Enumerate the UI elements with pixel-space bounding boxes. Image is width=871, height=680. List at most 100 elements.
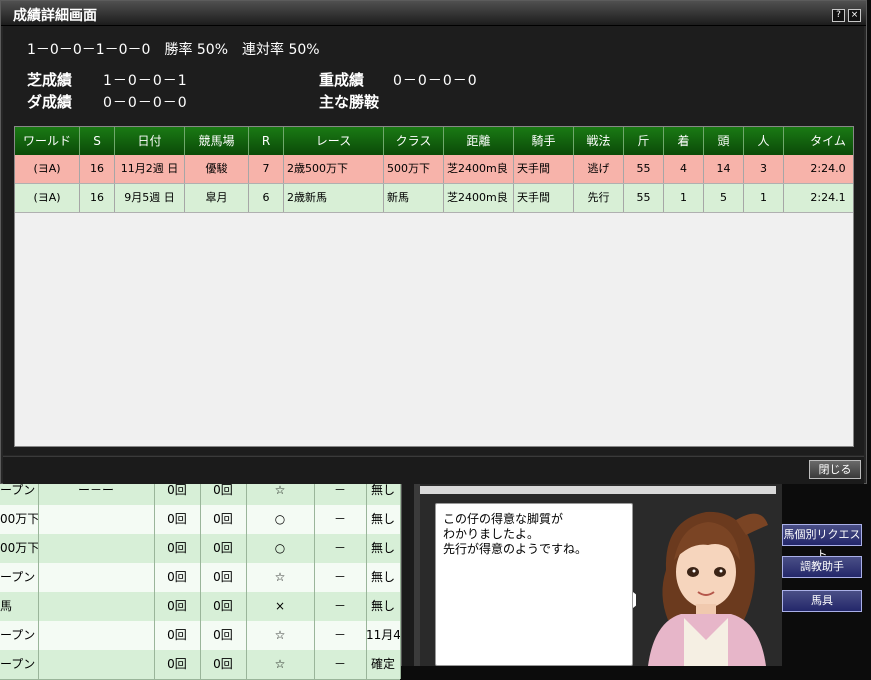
cell-col-date: 9月5週 日 — [115, 184, 185, 212]
dirt-record-value: 0－0－0－0 — [103, 95, 188, 111]
bg-col-dash: － — [314, 650, 367, 679]
bg-col-note — [38, 563, 155, 592]
close-button[interactable]: 閉じる — [809, 460, 861, 479]
assistant-panel-header — [420, 486, 776, 494]
bg-col-count-a: 0回 — [154, 534, 201, 563]
cell-col-finish: 1 — [664, 184, 704, 212]
header-col-course[interactable]: 競馬場 — [185, 127, 249, 155]
cell-col-tactic: 逃げ — [574, 155, 624, 183]
bg-col-class: 00万下 — [0, 534, 39, 563]
background-table-row: 00万下 0回 0回 ○ －無し — [0, 534, 401, 564]
bg-col-dash: － — [314, 563, 367, 592]
header-col-field[interactable]: 頭 — [704, 127, 744, 155]
cell-col-world: (ヨA) — [15, 184, 80, 212]
background-table-row: ープン 0回 0回 ☆ －確定 — [0, 650, 401, 680]
bg-col-status: 無し — [366, 534, 401, 563]
results-detail-dialog: 成績詳細画面 ? × 1－0－0－1－0－0 勝率 50% 連対率 50% 芝成… — [0, 0, 867, 484]
bg-col-status: 無し — [366, 592, 401, 621]
cell-col-time: 2:24.0 — [784, 155, 871, 183]
header-col-date[interactable]: 日付 — [115, 127, 185, 155]
dialog-title: 成績詳細画面 — [13, 8, 97, 24]
header-col-race-num[interactable]: R — [249, 127, 284, 155]
cell-col-time: 2:24.1 — [784, 184, 871, 212]
cell-col-weight: 55 — [624, 184, 664, 212]
bg-col-note — [38, 621, 155, 650]
cell-col-race: 2歳新馬 — [284, 184, 384, 212]
header-col-world[interactable]: ワールド — [15, 127, 80, 155]
background-table-row: 00万下 0回 0回 ○ －無し — [0, 505, 401, 535]
cell-col-field: 14 — [704, 155, 744, 183]
table-row[interactable]: (ヨA) 16 9月5週 日皐月 6 2歳新馬 新馬 芝2400m良 天手間 先行 55 1 5 1 2:… — [15, 184, 853, 213]
header-col-season[interactable]: S — [80, 127, 115, 155]
bg-col-class: 馬 — [0, 592, 39, 621]
header-col-weight[interactable]: 斤 — [624, 127, 664, 155]
bg-col-count-a: 0回 — [154, 621, 201, 650]
bg-col-count-b: 0回 — [200, 534, 247, 563]
bg-col-count-a: 0回 — [154, 505, 201, 534]
cell-col-finish: 4 — [664, 155, 704, 183]
bg-col-count-b: 0回 — [200, 592, 247, 621]
cell-col-popularity: 1 — [744, 184, 784, 212]
cell-col-race-num: 7 — [249, 155, 284, 183]
cell-col-race: 2歳500万下 — [284, 155, 384, 183]
speech-line: この仔の得意な脚質が — [443, 512, 564, 526]
horse-request-button[interactable]: 馬個別リクエスト — [782, 524, 862, 561]
bg-col-dash: － — [314, 621, 367, 650]
bg-col-class: ープン — [0, 621, 39, 650]
cell-col-course: 皐月 — [185, 184, 249, 212]
bg-col-status: 無し — [366, 505, 401, 534]
cell-col-distance: 芝2400m良 — [444, 155, 514, 183]
cell-col-jockey: 天手間 — [514, 155, 574, 183]
table-row[interactable]: (ヨA) 16 11月2週 日優駿 7 2歳500万下 500万下 芝2400m良 天手間 逃げ… — [15, 155, 853, 184]
bg-col-status: 11月4週 — [366, 621, 401, 650]
header-col-jockey[interactable]: 騎手 — [514, 127, 574, 155]
background-divider — [402, 480, 414, 666]
cell-col-popularity: 3 — [744, 155, 784, 183]
assistant-speech-bubble: この仔の得意な脚質が わかりましたよ。 先行が得意のようですね。 — [435, 503, 633, 666]
header-col-time[interactable]: タイム — [784, 127, 871, 155]
header-col-tactic[interactable]: 戦法 — [574, 127, 624, 155]
heavy-record-value: 0－0－0－0 — [393, 73, 478, 89]
bg-col-count-b: 0回 — [200, 650, 247, 679]
horse-equipment-button[interactable]: 馬具 — [782, 590, 862, 612]
header-col-race[interactable]: レース — [284, 127, 384, 155]
help-button[interactable]: ? — [832, 9, 845, 22]
speech-line: わかりましたよ。 — [443, 527, 540, 541]
bg-col-count-a: 0回 — [154, 563, 201, 592]
speech-line: 先行が得意のようですね。 — [443, 542, 588, 556]
cell-col-course: 優駿 — [185, 155, 249, 183]
bg-col-note — [38, 505, 155, 534]
bg-col-note — [38, 534, 155, 563]
overall-record-summary: 1－0－0－1－0－0 勝率 50% 連対率 50% — [27, 42, 320, 58]
bg-col-count-a: 0回 — [154, 650, 201, 679]
close-x-button[interactable]: × — [848, 9, 861, 22]
bg-col-mark: ☆ — [246, 621, 315, 650]
training-assistant-button[interactable]: 調教助手 — [782, 556, 862, 578]
header-col-class[interactable]: クラス — [384, 127, 444, 155]
bg-col-status: 無し — [366, 563, 401, 592]
bg-col-mark: ☆ — [246, 563, 315, 592]
bg-col-count-b: 0回 — [200, 621, 247, 650]
cell-col-weight: 55 — [624, 155, 664, 183]
cell-col-field: 5 — [704, 184, 744, 212]
cell-col-race-num: 6 — [249, 184, 284, 212]
race-results-grid: ワールド S 日付 競馬場 R レース クラス 距離 騎手 戦法斤着頭人タイム (ヨA) 16 11月… — [14, 126, 854, 447]
cell-col-class: 500万下 — [384, 155, 444, 183]
header-col-finish[interactable]: 着 — [664, 127, 704, 155]
bg-col-count-b: 0回 — [200, 505, 247, 534]
bg-col-class: 00万下 — [0, 505, 39, 534]
assistant-portrait-image — [636, 500, 776, 666]
bg-col-count-a: 0回 — [154, 592, 201, 621]
background-table-row: ープン0回0回☆－11月4週 — [0, 621, 401, 651]
bg-col-dash: － — [314, 592, 367, 621]
header-col-distance[interactable]: 距離 — [444, 127, 514, 155]
bg-col-class: ープン — [0, 650, 39, 679]
bg-col-mark: ○ — [246, 505, 315, 534]
header-col-popularity[interactable]: 人 — [744, 127, 784, 155]
background-table-row: ープン 0回 0回 ☆ －無し — [0, 563, 401, 593]
turf-record-value: 1－0－0－1 — [103, 73, 188, 89]
heavy-record-label: 重成績 — [319, 71, 365, 89]
cell-col-season: 16 — [80, 155, 115, 183]
bg-col-status: 確定 — [366, 650, 401, 679]
background-schedule-table: ープン ー－ー 0回 0回 ☆ －無し 00万下 0回 0回 ○ －無し 00万下 0回 0回 ○ －無し ープ… — [0, 476, 402, 680]
